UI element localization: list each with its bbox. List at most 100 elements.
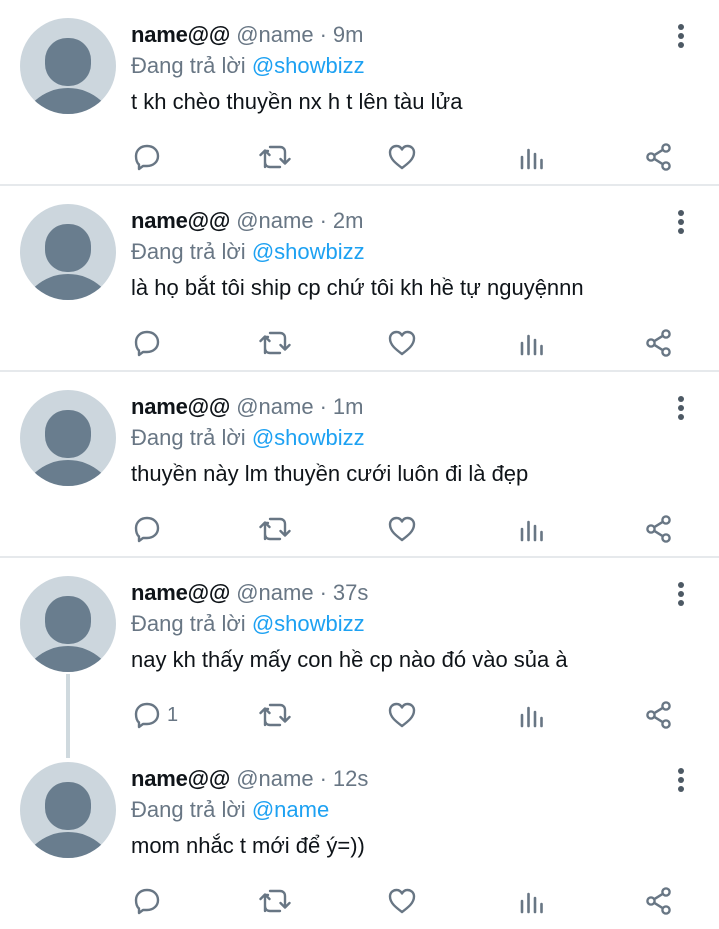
separator-dot: · xyxy=(319,22,327,47)
avatar[interactable] xyxy=(20,390,116,486)
reply-count: 1 xyxy=(167,703,179,726)
tweet-text: nay kh thấy mấy con hề cp nào đó vào sủa… xyxy=(131,647,568,672)
display-name[interactable]: name@@ xyxy=(131,578,230,608)
heart-icon xyxy=(388,144,416,170)
action-bar: 1 xyxy=(131,698,691,732)
reply-prefix: Đang trả lời xyxy=(131,425,252,450)
display-name[interactable]: name@@ xyxy=(131,764,230,794)
analytics-icon xyxy=(520,892,543,914)
reply-context: Đang trả lời @showbizz xyxy=(131,237,659,267)
reply-mention-link[interactable]: @showbizz xyxy=(252,239,365,264)
reply-button[interactable] xyxy=(133,512,167,546)
more-options-button[interactable] xyxy=(669,580,693,608)
analytics-button[interactable] xyxy=(518,884,546,918)
like-button[interactable] xyxy=(387,140,417,174)
tweet[interactable]: name@@ @name · 2m Đang trả lời @showbizz… xyxy=(0,186,719,372)
retweet-button[interactable] xyxy=(259,884,291,918)
reply-prefix: Đang trả lời xyxy=(131,239,252,264)
more-options-button[interactable] xyxy=(669,208,693,236)
reply-icon xyxy=(134,330,160,357)
reply-button[interactable] xyxy=(133,884,167,918)
avatar[interactable] xyxy=(20,576,116,672)
like-button[interactable] xyxy=(387,884,417,918)
more-options-button[interactable] xyxy=(669,766,693,794)
display-name[interactable]: name@@ xyxy=(131,206,230,236)
more-vertical-icon xyxy=(678,582,684,606)
reply-mention-link[interactable]: @name xyxy=(252,797,329,822)
retweet-button[interactable] xyxy=(259,512,291,546)
display-name[interactable]: name@@ xyxy=(131,392,230,422)
action-bar xyxy=(131,884,691,918)
reply-mention-link[interactable]: @showbizz xyxy=(252,53,365,78)
separator-dot: · xyxy=(319,766,327,791)
reply-context: Đang trả lời @showbizz xyxy=(131,609,659,639)
reply-button[interactable] xyxy=(133,140,167,174)
heart-icon xyxy=(388,888,416,914)
retweet-icon xyxy=(259,331,291,355)
analytics-icon xyxy=(520,334,543,356)
reply-button[interactable] xyxy=(133,326,167,360)
like-button[interactable] xyxy=(387,512,417,546)
display-name[interactable]: name@@ xyxy=(131,20,230,50)
share-button[interactable] xyxy=(644,512,674,546)
timestamp[interactable]: 1m xyxy=(333,392,364,422)
handle[interactable]: @name xyxy=(236,392,313,422)
like-button[interactable] xyxy=(387,326,417,360)
reply-context: Đang trả lời @showbizz xyxy=(131,423,659,453)
analytics-button[interactable] xyxy=(518,326,546,360)
separator-dot: · xyxy=(319,394,327,419)
heart-icon xyxy=(388,702,416,728)
avatar[interactable] xyxy=(20,762,116,858)
retweet-button[interactable] xyxy=(259,140,291,174)
more-vertical-icon xyxy=(678,24,684,48)
retweet-icon xyxy=(259,517,291,541)
analytics-button[interactable] xyxy=(518,512,546,546)
analytics-button[interactable] xyxy=(518,698,546,732)
heart-icon xyxy=(388,516,416,542)
analytics-button[interactable] xyxy=(518,140,546,174)
like-button[interactable] xyxy=(387,698,417,732)
analytics-icon xyxy=(520,706,543,728)
more-options-button[interactable] xyxy=(669,22,693,50)
avatar[interactable] xyxy=(20,18,116,114)
handle[interactable]: @name xyxy=(236,20,313,50)
tweet[interactable]: name@@ @name · 9m Đang trả lời @showbizz… xyxy=(0,0,719,186)
timestamp[interactable]: 9m xyxy=(333,20,364,50)
reply-context: Đang trả lời @showbizz xyxy=(131,51,659,81)
timestamp[interactable]: 37s xyxy=(333,578,368,608)
share-button[interactable] xyxy=(644,884,674,918)
reply-mention-link[interactable]: @showbizz xyxy=(252,611,365,636)
reply-prefix: Đang trả lời xyxy=(131,611,252,636)
share-icon xyxy=(646,329,671,357)
timestamp[interactable]: 12s xyxy=(333,764,368,794)
separator-dot: · xyxy=(319,208,327,233)
reply-button[interactable]: 1 xyxy=(133,698,178,732)
tweet[interactable]: name@@ @name · 1m Đang trả lời @showbizz… xyxy=(0,372,719,558)
reply-icon xyxy=(134,516,160,543)
reply-icon xyxy=(134,702,160,729)
tweet-text: là họ bắt tôi ship cp chứ tôi kh hề tự n… xyxy=(131,275,584,300)
more-options-button[interactable] xyxy=(669,394,693,422)
retweet-button[interactable] xyxy=(259,326,291,360)
tweet-feed: name@@ @name · 9m Đang trả lời @showbizz… xyxy=(0,0,719,929)
timestamp[interactable]: 2m xyxy=(333,206,364,236)
share-icon xyxy=(646,701,671,729)
retweet-button[interactable] xyxy=(259,698,291,732)
tweet-text: t kh chèo thuyền nx h t lên tàu lửa xyxy=(131,89,463,114)
tweet[interactable]: name@@ @name · 12s Đang trả lời @name mo… xyxy=(0,744,719,929)
share-button[interactable] xyxy=(644,698,674,732)
reply-prefix: Đang trả lời xyxy=(131,797,252,822)
reply-mention-link[interactable]: @showbizz xyxy=(252,425,365,450)
share-icon xyxy=(646,887,671,915)
share-button[interactable] xyxy=(644,326,674,360)
handle[interactable]: @name xyxy=(236,578,313,608)
avatar[interactable] xyxy=(20,204,116,300)
analytics-icon xyxy=(520,148,543,170)
more-vertical-icon xyxy=(678,396,684,420)
share-button[interactable] xyxy=(644,140,674,174)
handle[interactable]: @name xyxy=(236,764,313,794)
tweet[interactable]: name@@ @name · 37s Đang trả lời @showbiz… xyxy=(0,558,719,744)
more-vertical-icon xyxy=(678,768,684,792)
handle[interactable]: @name xyxy=(236,206,313,236)
retweet-icon xyxy=(259,703,291,727)
